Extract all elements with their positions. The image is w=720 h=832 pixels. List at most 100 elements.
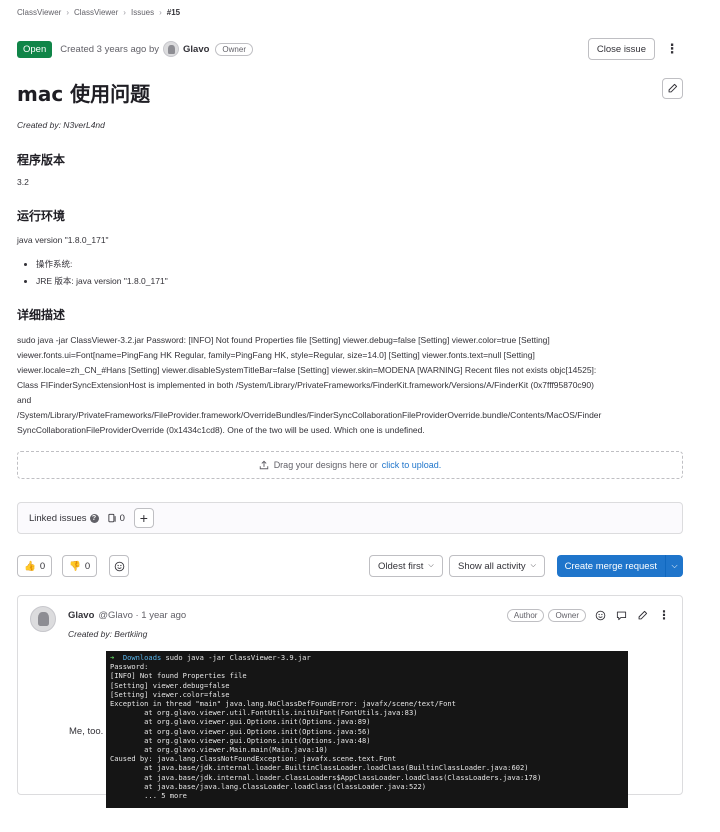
terminal-line: at org.glavo.viewer.Main.main(Main.java:… (110, 745, 328, 755)
author-badge: Author (506, 608, 545, 622)
thumbs-down-button[interactable]: 👎 0 (62, 555, 98, 577)
issue-actions: 👍 0 👎 0 Oldest first ⌵ Show all activity… (17, 555, 683, 577)
note-meta: @Glavo · 1 year ago (98, 610, 187, 621)
upload-icon (259, 460, 268, 470)
thumbs-up-icon: 👍 (24, 560, 36, 572)
breadcrumb-issues[interactable]: Issues (131, 8, 154, 17)
close-issue-button[interactable]: Close issue (587, 38, 655, 60)
terminal-line: Exception in thread "main" java.lang.NoC… (110, 699, 456, 709)
created-by: Created by: N3verL4nd (17, 120, 105, 130)
description-text: sudo java -jar ClassViewer-3.2.jar Passw… (17, 333, 685, 438)
avatar[interactable] (163, 41, 180, 57)
owner-badge: Owner (548, 608, 586, 622)
breadcrumb-separator: › (123, 8, 126, 17)
terminal-command: sudo java -jar ClassViewer-3.9.jar (161, 653, 311, 662)
activity-filter-dropdown[interactable]: Show all activity ⌵ (449, 555, 545, 577)
terminal-screenshot: ➜ Downloads sudo java -jar ClassViewer-3… (106, 651, 628, 808)
terminal-line: at org.glavo.viewer.gui.Options.init(Opt… (110, 726, 371, 736)
breadcrumb-separator: › (159, 8, 162, 17)
upload-link[interactable]: click to upload. (382, 460, 442, 470)
pencil-icon (638, 610, 648, 619)
more-actions-icon[interactable]: ⋮ (665, 38, 679, 60)
edit-button[interactable] (662, 78, 683, 99)
terminal-line: at org.glavo.viewer.util.FontUtils.initU… (110, 708, 418, 718)
smiley-icon (114, 561, 124, 571)
chevron-down-icon: ⌵ (428, 562, 434, 569)
description-line: SyncCollaborationFileProviderOverride (0… (17, 425, 425, 435)
description-line: Class FIFinderSyncExtensionHost is imple… (17, 380, 594, 390)
thumbs-down-count: 0 (84, 560, 91, 572)
page-title: mac 使用问题 (17, 82, 151, 106)
breadcrumb: ClassViewer › ClassViewer › Issues › #15 (17, 8, 180, 17)
description-line: /System/Library/PrivateFrameworks/FilePr… (17, 410, 602, 420)
description-line: sudo java -jar ClassViewer-3.2.jar Passw… (17, 335, 550, 345)
help-icon[interactable]: ? (89, 513, 99, 523)
thumbs-up-button[interactable]: 👍 0 (17, 555, 53, 577)
breadcrumb-issue-id[interactable]: #15 (167, 8, 180, 17)
linked-count-value: 0 (119, 512, 125, 524)
sort-dropdown[interactable]: Oldest first ⌵ (369, 555, 443, 577)
terminal-line: at org.glavo.viewer.gui.Options.init(Opt… (110, 717, 371, 727)
linked-issues-label: Linked issues (29, 512, 87, 524)
terminal-line: ... 5 more (110, 791, 187, 801)
description-line: viewer.fonts.ui=Font[name=PingFang HK Re… (17, 350, 535, 360)
comment-text: Me, too. (69, 726, 104, 737)
terminal-line: at org.glavo.viewer.gui.Options.init(Opt… (110, 735, 371, 745)
note-header: Glavo @Glavo · 1 year ago (68, 610, 186, 621)
env-list: 操作系统: JRE 版本: java version "1.8.0_171" (36, 256, 168, 290)
section-heading-env: 运行环境 (17, 209, 66, 223)
thumbs-up-count: 0 (39, 560, 46, 572)
terminal-dir: Downloads (122, 653, 162, 662)
terminal-line: Caused by: java.lang.ClassNotFoundExcept… (110, 754, 397, 764)
linked-issues-panel: Linked issues ? 0 + (17, 502, 683, 534)
breadcrumb-group[interactable]: ClassViewer (17, 8, 61, 17)
terminal-line: at java.base/java.lang.ClassLoader.loadC… (110, 781, 427, 791)
create-merge-request-button[interactable]: Create merge request ⌵ (556, 555, 683, 577)
description-line: viewer.locale=zh_CN_#Hans [Setting] view… (17, 365, 597, 375)
terminal-line: Password: (110, 662, 149, 672)
filter-label: Show all activity (458, 560, 526, 572)
avatar[interactable] (30, 606, 56, 632)
terminal-line: at java.base/jdk.internal.loader.Builtin… (110, 763, 529, 773)
issue-header: Open Created 3 years ago by Glavo Owner … (17, 38, 683, 60)
env-text: java version "1.8.0_171" (17, 235, 109, 245)
description-line: and (17, 395, 32, 405)
owner-badge: Owner (215, 42, 253, 56)
author-link[interactable]: Glavo (183, 44, 209, 55)
add-linked-issue-button[interactable]: + (133, 508, 154, 528)
terminal-line: [Setting] viewer.color=false (110, 689, 230, 699)
breadcrumb-separator: › (66, 8, 69, 17)
section-heading-version: 程序版本 (17, 153, 66, 167)
design-dropzone[interactable]: Drag your designs here or click to uploa… (17, 451, 683, 479)
created-text: Created 3 years ago by (60, 43, 160, 55)
sort-label: Oldest first (378, 560, 424, 572)
breadcrumb-project[interactable]: ClassViewer (74, 8, 118, 17)
terminal-line: [INFO] Not found Properties file (110, 671, 247, 681)
list-item: 操作系统: (36, 256, 168, 273)
section-heading-detail: 详细描述 (17, 308, 66, 322)
terminal-line: at java.base/jdk.internal.loader.ClassLo… (110, 772, 542, 782)
thumbs-down-icon: 👎 (69, 560, 81, 572)
create-merge-request-label: Create merge request (564, 560, 657, 572)
edit-comment-button[interactable] (636, 609, 649, 622)
issues-icon (108, 513, 116, 523)
note-author-link[interactable]: Glavo (68, 610, 94, 621)
terminal-line: [Setting] viewer.debug=false (110, 680, 230, 690)
note-created-by: Created by: Bertkiing (68, 629, 148, 639)
comment-icon (616, 611, 627, 620)
linked-issues-count: 0 (107, 513, 125, 524)
note-toolbar: Author Owner ⋮ (503, 607, 670, 623)
terminal-prompt: ➜ (110, 653, 123, 662)
pencil-icon (668, 83, 678, 93)
chevron-down-icon: ⌵ (530, 562, 536, 569)
issue-meta: Created 3 years ago by Glavo Owner (60, 41, 253, 57)
smiley-icon (595, 610, 606, 620)
more-actions-icon[interactable]: ⋮ (658, 608, 670, 622)
comment-note: Glavo @Glavo · 1 year ago Created by: Be… (17, 595, 683, 808)
version-text: 3.2 (17, 177, 29, 187)
chevron-down-icon[interactable]: ⌵ (665, 555, 683, 577)
add-reaction-button[interactable] (109, 555, 129, 577)
reply-button[interactable] (615, 609, 628, 622)
add-reaction-button[interactable] (594, 609, 607, 622)
status-badge: Open (17, 40, 53, 58)
